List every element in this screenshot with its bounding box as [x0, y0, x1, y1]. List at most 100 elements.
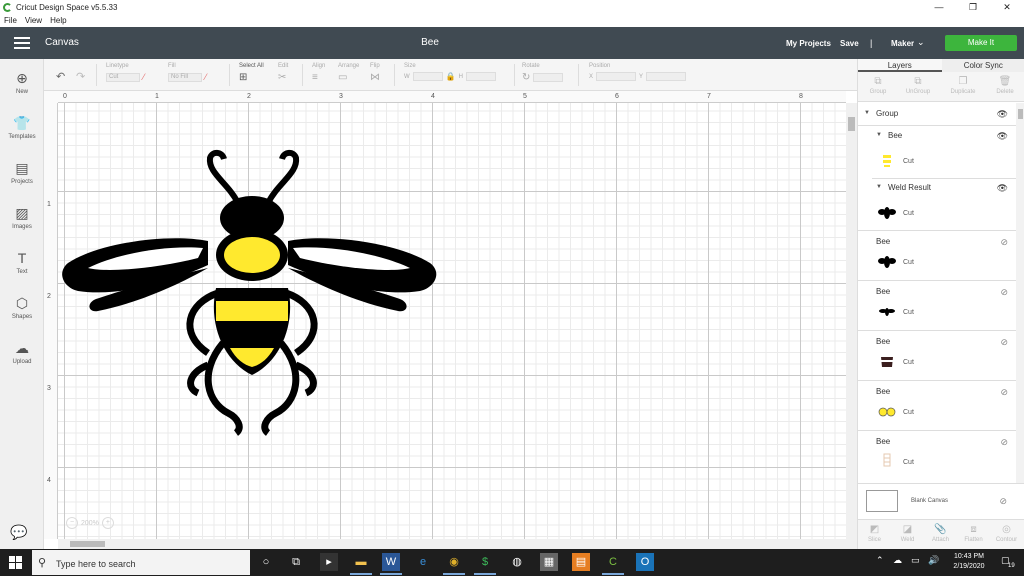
volume-icon[interactable]: 🔊	[928, 555, 939, 566]
collapse-triangle-icon[interactable]: ▼	[876, 184, 882, 190]
redo-icon[interactable]: ↷	[76, 70, 85, 83]
cloud-icon[interactable]: ☁	[893, 555, 902, 566]
menu-file[interactable]: File	[4, 16, 17, 25]
lock-icon[interactable]: 🔒	[446, 72, 456, 81]
eye-icon[interactable]: 👁	[997, 109, 1008, 120]
fill-select[interactable]: No Fill	[168, 72, 202, 82]
network-icon[interactable]: ▭	[911, 555, 920, 566]
minimize-button[interactable]: —	[922, 0, 956, 14]
canvas-vertical-scrollbar[interactable]	[846, 103, 857, 549]
layer-subgroup-row[interactable]: ▼ Bee 👁	[858, 126, 1016, 146]
group-button[interactable]: ⧉ Group	[858, 76, 898, 95]
rotate-input[interactable]	[533, 73, 564, 82]
layer-subgroup-row[interactable]: ▼ Weld Result 👁	[858, 178, 1016, 198]
sidebar-item-upload[interactable]: ☁ Upload	[0, 339, 44, 365]
layer-row[interactable]: Bee ⊘ Cut	[858, 281, 1016, 331]
layers-scrollbar[interactable]	[1016, 103, 1024, 483]
arrange-icon[interactable]: ▭	[338, 72, 347, 83]
edge-icon[interactable]: e	[414, 553, 432, 571]
eye-icon[interactable]: 👁	[997, 183, 1008, 194]
undo-icon[interactable]: ↶	[56, 70, 65, 83]
scissors-icon[interactable]: ✂	[278, 72, 286, 83]
chevron-down-icon[interactable]: ⌄	[917, 37, 925, 48]
layer-group-row[interactable]: ▼ Group 👁	[858, 103, 1016, 126]
ungroup-button[interactable]: ⧉ UnGroup	[898, 76, 938, 95]
align-icon[interactable]: ≡	[312, 72, 318, 83]
bee-yellow-spot[interactable]	[224, 237, 280, 273]
app-icon[interactable]: ▤	[572, 553, 590, 571]
my-projects-link[interactable]: My Projects	[786, 39, 831, 48]
layer-row[interactable]: Cut	[858, 146, 1016, 179]
eye-hidden-icon[interactable]: ⊘	[1000, 237, 1008, 248]
bee-left-wing[interactable]	[62, 238, 209, 312]
y-input[interactable]	[646, 72, 687, 81]
sidebar-item-shapes[interactable]: ⬡ Shapes	[0, 294, 44, 320]
bee-right-wing[interactable]	[288, 238, 437, 312]
tray-arrow-icon[interactable]: ⌃	[876, 555, 884, 566]
windows-start-icon[interactable]	[9, 556, 22, 569]
zoom-in-button[interactable]: +	[101, 517, 114, 529]
collapse-triangle-icon[interactable]: ▼	[876, 132, 882, 138]
duplicate-button[interactable]: ❐ Duplicate	[943, 76, 983, 95]
word-icon[interactable]: W	[380, 553, 402, 575]
app-icon[interactable]: ▸	[320, 553, 338, 571]
menu-view[interactable]: View	[25, 16, 42, 25]
chrome-icon[interactable]: ◉	[443, 553, 465, 575]
outlook-icon[interactable]: O	[636, 553, 654, 571]
zoom-out-button[interactable]: −	[66, 517, 78, 529]
canvas-color-swatch[interactable]	[866, 490, 898, 512]
save-button[interactable]: Save	[840, 39, 859, 48]
tab-layers[interactable]: Layers	[858, 59, 942, 72]
sidebar-item-projects[interactable]: ▤ Projects	[0, 159, 44, 185]
sidebar-item-new[interactable]: ⊕ New	[0, 69, 44, 95]
layer-row[interactable]: Bee ⊘ Cut	[858, 431, 1016, 483]
linetype-select[interactable]: Cut	[106, 72, 140, 82]
linetype-color-swatch-icon[interactable]: ⁄	[143, 72, 145, 82]
select-all-icon[interactable]: ⊞	[239, 72, 247, 83]
delete-button[interactable]: 🗑 Delete	[985, 76, 1024, 95]
collapse-triangle-icon[interactable]: ▼	[864, 110, 870, 116]
menu-help[interactable]: Help	[50, 16, 66, 25]
chat-icon[interactable]: 💬	[10, 524, 27, 541]
weld-button[interactable]: ◪ Weld	[891, 524, 924, 543]
hamburger-menu-icon[interactable]	[14, 37, 30, 49]
flatten-button[interactable]: ⧈ Flatten	[957, 524, 990, 543]
bee-stripe[interactable]	[216, 301, 288, 321]
layer-row[interactable]: Cut	[858, 198, 1016, 231]
attach-button[interactable]: 📎 Attach	[924, 524, 957, 543]
select-all-control[interactable]: Select All ⊞	[239, 63, 264, 83]
width-input[interactable]	[412, 72, 443, 81]
x-input[interactable]	[596, 72, 637, 81]
file-explorer-icon[interactable]: ▬	[350, 553, 372, 575]
machine-selector[interactable]: Maker	[891, 39, 914, 48]
photos-icon[interactable]: ▦	[540, 553, 558, 571]
sidebar-item-templates[interactable]: 👕 Templates	[0, 114, 44, 140]
contour-button[interactable]: ◎ Contour	[990, 524, 1023, 543]
eye-hidden-icon[interactable]: ⊘	[1000, 287, 1008, 298]
layer-row[interactable]: Bee ⊘ Cut	[858, 381, 1016, 431]
sidebar-item-text[interactable]: T Text	[0, 249, 44, 275]
eye-icon[interactable]: 👁	[997, 131, 1008, 142]
blank-canvas-row[interactable]: Blank Canvas ⊘	[858, 483, 1024, 519]
sidebar-item-images[interactable]: ▨ Images	[0, 204, 44, 230]
slice-button[interactable]: ◩ Slice	[858, 524, 891, 543]
eye-hidden-icon[interactable]: ⊘	[1000, 337, 1008, 348]
fill-color-swatch-icon[interactable]: ⁄	[205, 72, 207, 82]
make-it-button[interactable]: Make It	[945, 35, 1017, 51]
cortana-icon[interactable]: ○	[257, 553, 275, 571]
eye-hidden-icon[interactable]: ⊘	[999, 496, 1007, 507]
dollar-app-icon[interactable]: $	[474, 553, 496, 575]
taskbar-search[interactable]: ⚲ Type here to search	[32, 550, 250, 575]
layer-row[interactable]: Bee ⊘ Cut	[858, 331, 1016, 381]
flip-icon[interactable]: ⋈	[370, 72, 380, 83]
eye-hidden-icon[interactable]: ⊘	[1000, 437, 1008, 448]
close-button[interactable]: ✕	[990, 0, 1024, 14]
eye-hidden-icon[interactable]: ⊘	[1000, 387, 1008, 398]
restore-button[interactable]: ❐	[956, 0, 990, 14]
canvas-horizontal-scrollbar[interactable]	[58, 539, 846, 549]
taskbar-clock[interactable]: 10:43 PM 2/19/2020	[944, 552, 994, 572]
layer-row[interactable]: Bee ⊘ Cut	[858, 231, 1016, 281]
bee-image[interactable]	[58, 103, 846, 539]
design-canvas[interactable]	[58, 103, 846, 539]
height-input[interactable]	[465, 72, 496, 81]
